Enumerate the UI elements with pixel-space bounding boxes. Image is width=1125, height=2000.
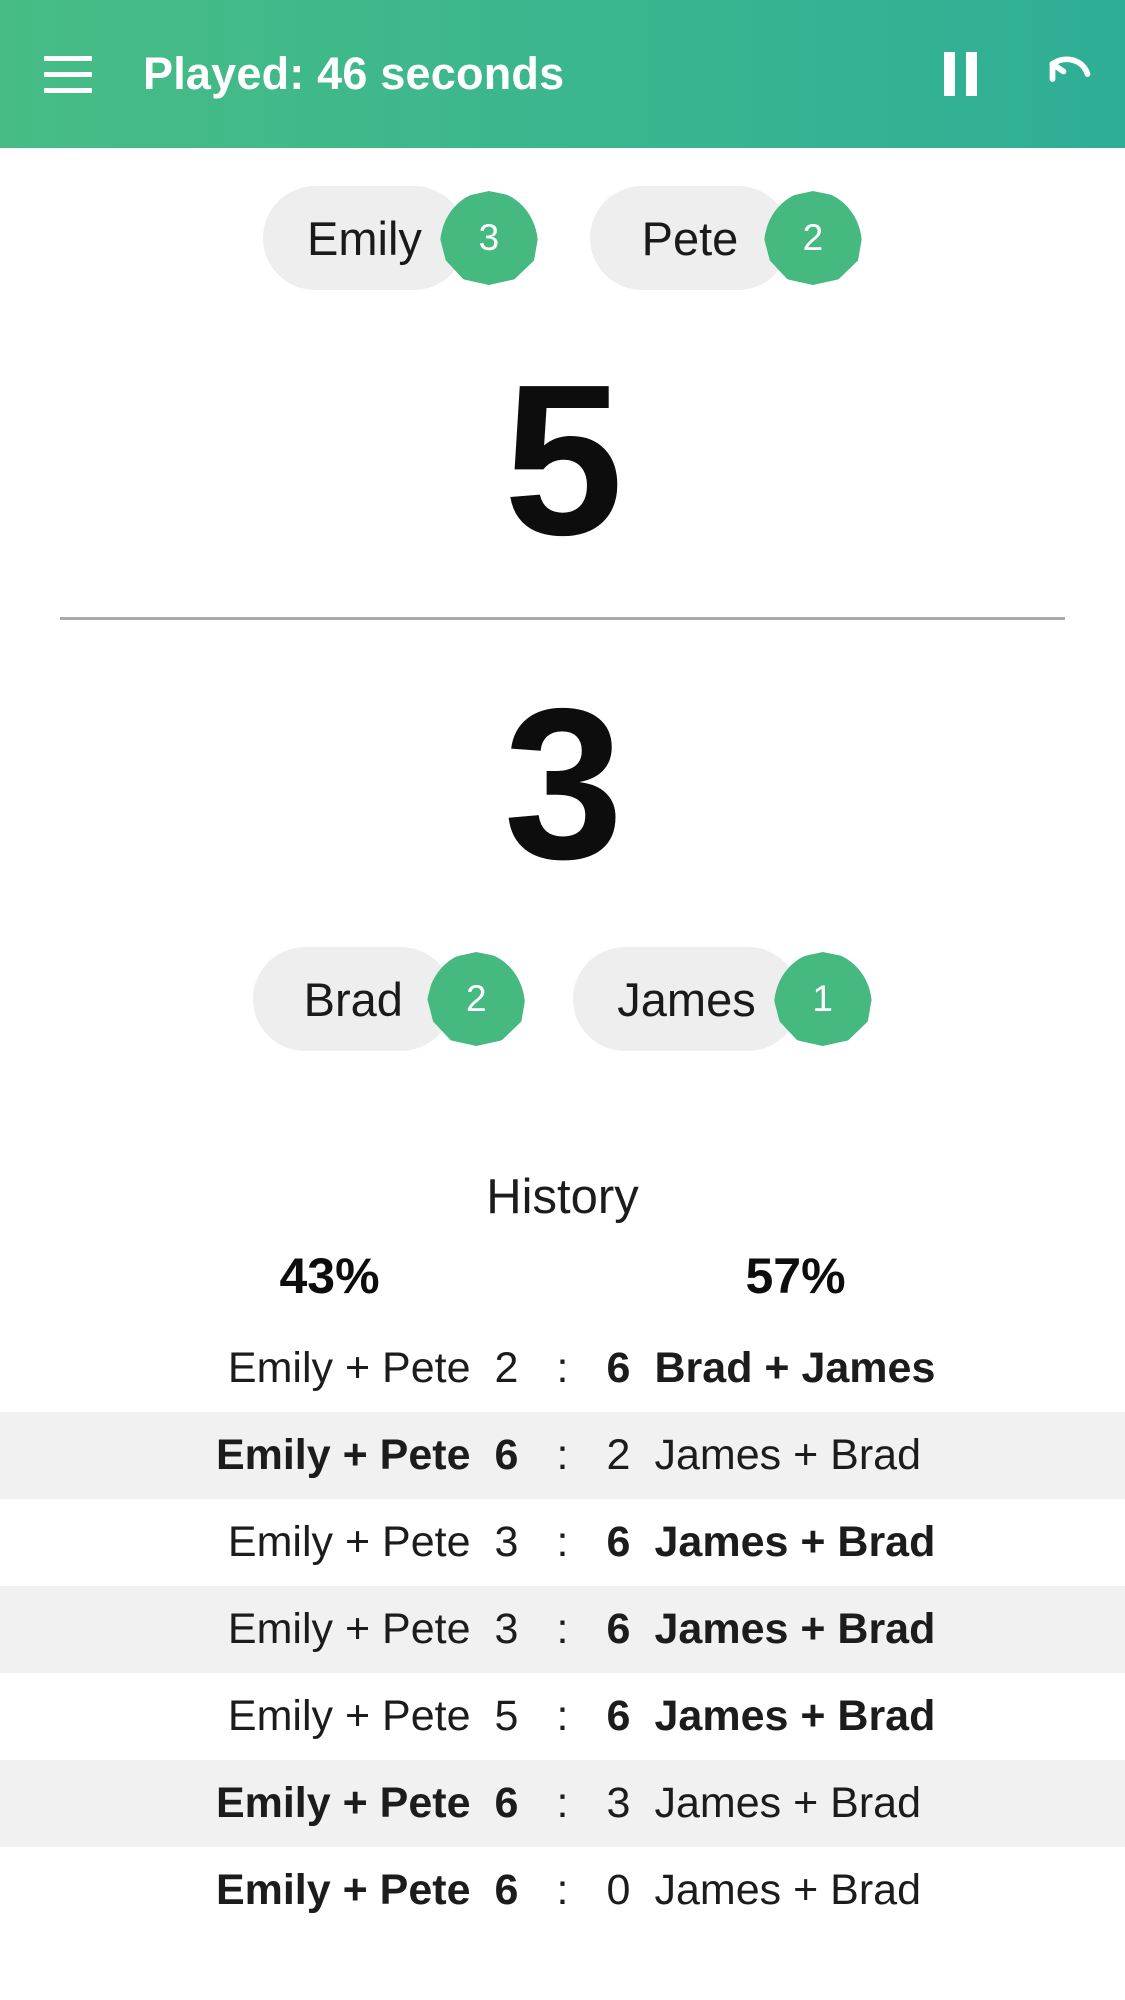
- hamburger-menu-icon[interactable]: [20, 26, 116, 122]
- player-name: Pete: [641, 211, 739, 265]
- history-row[interactable]: Emily + Pete 6:3 James + Brad: [0, 1760, 1125, 1847]
- history-heading: History: [486, 1170, 639, 1224]
- history-score-separator: :: [556, 1518, 569, 1566]
- scoreboard: Emily 3 Pete 2 5 3 Brad 2 James 1 Histor…: [0, 148, 1125, 1934]
- player-chip[interactable]: James 1: [573, 947, 872, 1051]
- player-chip-body[interactable]: Brad: [253, 947, 454, 1051]
- player-chip-body[interactable]: James: [573, 947, 800, 1051]
- history-row[interactable]: Emily + Pete 6:0 James + Brad: [0, 1847, 1125, 1934]
- history-team-right: James + Brad: [654, 1779, 921, 1827]
- history-score-right: 6: [606, 1518, 631, 1566]
- history-team-left: Emily + Pete: [215, 1866, 471, 1914]
- history-row[interactable]: Emily + Pete 5:6 James + Brad: [0, 1673, 1125, 1760]
- team-top-players: Emily 3 Pete 2: [0, 148, 1125, 290]
- history-team-left: Emily + Pete: [227, 1692, 471, 1740]
- history-row[interactable]: Emily + Pete 3:6 James + Brad: [0, 1586, 1125, 1673]
- menu-line-1: [44, 55, 92, 61]
- history-score-right: 6: [606, 1692, 631, 1740]
- history-list: Emily + Pete 2:6 Brad + James Emily + Pete 6…: [0, 1325, 1125, 1934]
- history-score-left: 6: [494, 1431, 519, 1479]
- menu-line-3: [44, 87, 92, 93]
- history-row[interactable]: Emily + Pete 6:2 James + Brad: [0, 1412, 1125, 1499]
- pause-icon: [943, 52, 977, 96]
- history-score-left: 3: [494, 1518, 519, 1566]
- team-bottom-players: Brad 2 James 1: [0, 939, 1125, 1051]
- history-score-left: 5: [494, 1692, 519, 1740]
- page-title: Played: 46 seconds: [143, 48, 565, 99]
- player-chip-body[interactable]: Pete: [589, 186, 790, 290]
- win-percent-left: 43%: [279, 1248, 380, 1304]
- history-score-left: 6: [494, 1779, 519, 1827]
- team-bottom-score[interactable]: 3: [0, 620, 1125, 939]
- history-team-left: Emily + Pete: [227, 1344, 471, 1392]
- pause-button[interactable]: [905, 19, 1015, 129]
- history-score-separator: :: [556, 1344, 569, 1392]
- app-bar-actions: [905, 0, 1125, 148]
- history-team-left: Emily + Pete: [215, 1779, 471, 1827]
- history-team-left: Emily + Pete: [215, 1431, 471, 1479]
- player-name: Brad: [303, 972, 403, 1026]
- history-score-separator: :: [556, 1605, 569, 1653]
- player-name: James: [617, 972, 756, 1026]
- history-score-right: 6: [606, 1605, 631, 1653]
- history-score-separator: :: [556, 1692, 569, 1740]
- undo-icon: [1040, 44, 1100, 104]
- history-score-separator: :: [556, 1431, 569, 1479]
- undo-button[interactable]: [1015, 19, 1125, 129]
- history-percentages: 43% 57%: [173, 1247, 953, 1305]
- history-score-right: 3: [606, 1779, 631, 1827]
- player-chip[interactable]: Brad 2: [253, 947, 526, 1051]
- history-score-right: 0: [606, 1866, 631, 1914]
- history-row[interactable]: Emily + Pete 2:6 Brad + James: [0, 1325, 1125, 1412]
- history-team-right: James + Brad: [654, 1518, 936, 1566]
- player-chip[interactable]: Pete 2: [589, 186, 862, 290]
- team-top-score[interactable]: 5: [0, 290, 1125, 617]
- history-team-right: Brad + James: [654, 1344, 936, 1392]
- history-score-separator: :: [556, 1866, 569, 1914]
- history-team-left: Emily + Pete: [227, 1605, 471, 1653]
- history-team-right: James + Brad: [654, 1431, 921, 1479]
- history-score-left: 3: [494, 1605, 519, 1653]
- history-row[interactable]: Emily + Pete 3:6 James + Brad: [0, 1499, 1125, 1586]
- player-chip-body[interactable]: Emily: [263, 186, 466, 290]
- history-team-right: James + Brad: [654, 1605, 936, 1653]
- history-score-left: 2: [494, 1344, 519, 1392]
- player-name: Emily: [307, 211, 422, 265]
- history-score-right: 2: [606, 1431, 631, 1479]
- history-score-separator: :: [556, 1779, 569, 1827]
- history-score-right: 6: [606, 1344, 631, 1392]
- history-team-left: Emily + Pete: [227, 1518, 471, 1566]
- history-team-right: James + Brad: [654, 1866, 921, 1914]
- history-team-right: James + Brad: [654, 1692, 936, 1740]
- history-score-left: 6: [494, 1866, 519, 1914]
- menu-line-2: [44, 71, 92, 77]
- player-chip[interactable]: Emily 3: [263, 186, 538, 290]
- app-bar: Played: 46 seconds: [0, 0, 1125, 148]
- win-percent-right: 57%: [745, 1248, 846, 1304]
